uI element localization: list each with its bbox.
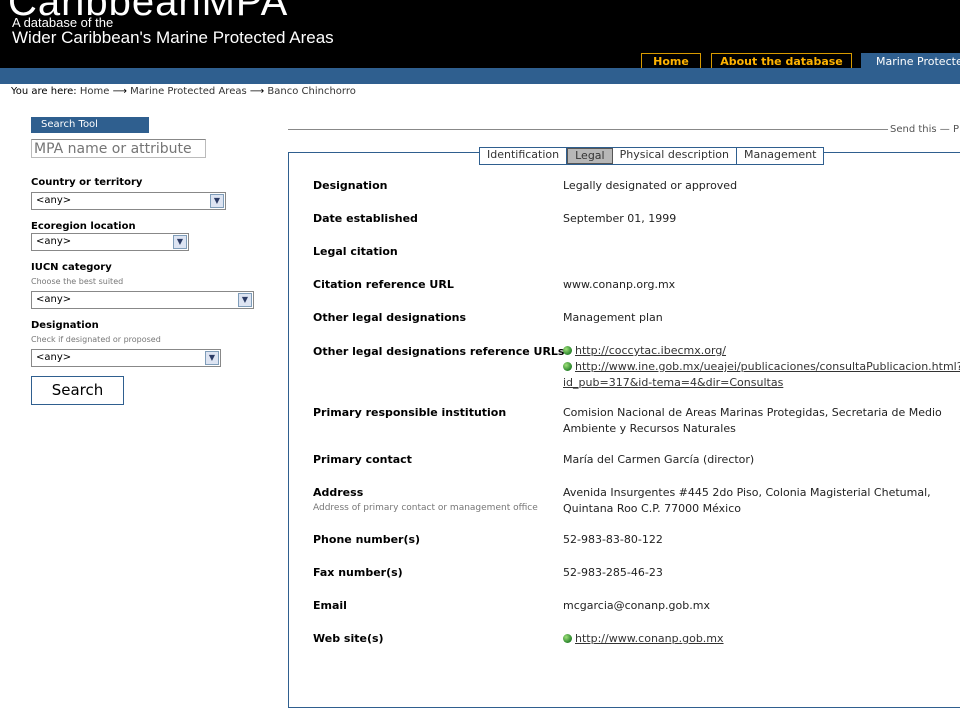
institution-label: Primary responsible institution	[313, 406, 507, 419]
country-select-value: <any>	[36, 195, 72, 206]
designation-field-label: Designation	[313, 179, 388, 192]
iucn-label: IUCN category	[31, 262, 112, 273]
divider	[288, 129, 888, 130]
citation-url-label: Citation reference URL	[313, 278, 454, 291]
address-value: Avenida Insurgentes #445 2do Piso, Colon…	[563, 485, 931, 517]
chevron-down-icon[interactable]: ▼	[173, 235, 187, 249]
address-line1: Avenida Insurgentes #445 2do Piso, Colon…	[563, 486, 931, 499]
tab-management[interactable]: Management	[737, 148, 823, 164]
globe-icon	[563, 362, 572, 371]
designation-select[interactable]: <any> ▼	[31, 349, 221, 367]
search-tool-title: Search Tool	[31, 117, 149, 133]
ecoregion-select-value: <any>	[36, 236, 72, 247]
country-select[interactable]: <any> ▼	[31, 192, 226, 210]
globe-icon	[563, 634, 572, 643]
fax-label: Fax number(s)	[313, 566, 403, 579]
tab-physical-description[interactable]: Physical description	[613, 148, 738, 164]
breadcrumb-prefix: You are here:	[11, 86, 77, 97]
other-designations-label: Other legal designations	[313, 311, 467, 324]
other-designations-urls-value: http://coccytac.ibecmx.org/ http://www.i…	[563, 343, 960, 391]
designation-hint: Check if designated or proposed	[31, 335, 161, 344]
date-established-label: Date established	[313, 212, 418, 225]
legal-citation-label: Legal citation	[313, 245, 398, 258]
address-label: Address	[313, 486, 364, 499]
other-url-link-2[interactable]: http://www.ine.gob.mx/ueajei/publicacion…	[575, 360, 960, 373]
institution-value: Comision Nacional de Areas Marinas Prote…	[563, 405, 942, 437]
tab-legal[interactable]: Legal	[567, 148, 613, 164]
phone-label: Phone number(s)	[313, 533, 421, 546]
breadcrumb-current: Banco Chinchorro	[267, 86, 356, 97]
breadcrumb-separator: ⟶	[112, 86, 127, 97]
site-tagline-line2: Wider Caribbean's Marine Protected Areas	[12, 28, 334, 47]
institution-line2: Ambiente y Recursos Naturales	[563, 422, 736, 435]
designation-field-value: Legally designated or approved	[563, 179, 738, 192]
nav-tab-home[interactable]: Home	[641, 53, 701, 68]
address-line2: Quintana Roo C.P. 77000 México	[563, 502, 742, 515]
search-button[interactable]: Search	[31, 376, 124, 405]
website-link[interactable]: http://www.conanp.gob.mx	[575, 632, 724, 645]
primary-contact-value: María del Carmen García (director)	[563, 453, 755, 466]
other-url-link-1[interactable]: http://coccytac.ibecmx.org/	[575, 344, 726, 357]
other-designations-value: Management plan	[563, 311, 663, 324]
ecoregion-label: Ecoregion location	[31, 221, 136, 232]
iucn-select[interactable]: <any> ▼	[31, 291, 254, 309]
website-label: Web site(s)	[313, 632, 384, 645]
tab-identification[interactable]: Identification	[480, 148, 568, 164]
phone-value: 52-983-83-80-122	[563, 533, 663, 546]
designation-label: Designation	[31, 320, 99, 331]
address-hint: Address of primary contact or management…	[313, 503, 538, 513]
date-established-value: September 01, 1999	[563, 212, 677, 225]
chevron-down-icon[interactable]: ▼	[210, 194, 224, 208]
nav-bar	[0, 68, 960, 84]
chevron-down-icon[interactable]: ▼	[205, 351, 219, 365]
email-value[interactable]: mcgarcia@conanp.gob.mx	[563, 598, 710, 614]
email-label: Email	[313, 599, 347, 612]
nav-tab-about[interactable]: About the database	[711, 53, 852, 68]
nav-tab-marine-protected-areas[interactable]: Marine Protected Areas	[861, 53, 960, 68]
breadcrumb-separator: ⟶	[249, 86, 265, 97]
primary-contact-label: Primary contact	[313, 453, 412, 466]
site-header: CaribbeanMPA A database of the Wider Car…	[0, 0, 960, 68]
institution-line1: Comision Nacional de Areas Marinas Prote…	[563, 406, 942, 419]
ecoregion-select[interactable]: <any> ▼	[31, 233, 189, 251]
detail-tabs: Identification Legal Physical descriptio…	[479, 147, 825, 165]
country-label: Country or territory	[31, 177, 143, 188]
other-url-link-2-cont[interactable]: id_pub=317&id-tema=4&dir=Consultas	[563, 376, 783, 389]
globe-icon	[563, 346, 572, 355]
citation-url-value: www.conanp.org.mx	[563, 278, 676, 291]
send-this-link[interactable]: Send this — P	[890, 124, 959, 135]
search-input[interactable]	[31, 139, 206, 158]
designation-select-value: <any>	[36, 352, 72, 363]
iucn-select-value: <any>	[36, 294, 72, 305]
website-value: http://www.conanp.gob.mx	[563, 631, 724, 647]
breadcrumb-home-link[interactable]: Home	[80, 86, 110, 97]
chevron-down-icon[interactable]: ▼	[238, 293, 252, 307]
breadcrumb-mpa-link[interactable]: Marine Protected Areas	[130, 86, 247, 97]
other-designations-urls-label: Other legal designations reference URLs	[313, 345, 565, 358]
iucn-hint: Choose the best suited	[31, 277, 124, 286]
breadcrumb: You are here: Home ⟶ Marine Protected Ar…	[11, 86, 356, 97]
fax-value: 52-983-285-46-23	[563, 566, 663, 579]
